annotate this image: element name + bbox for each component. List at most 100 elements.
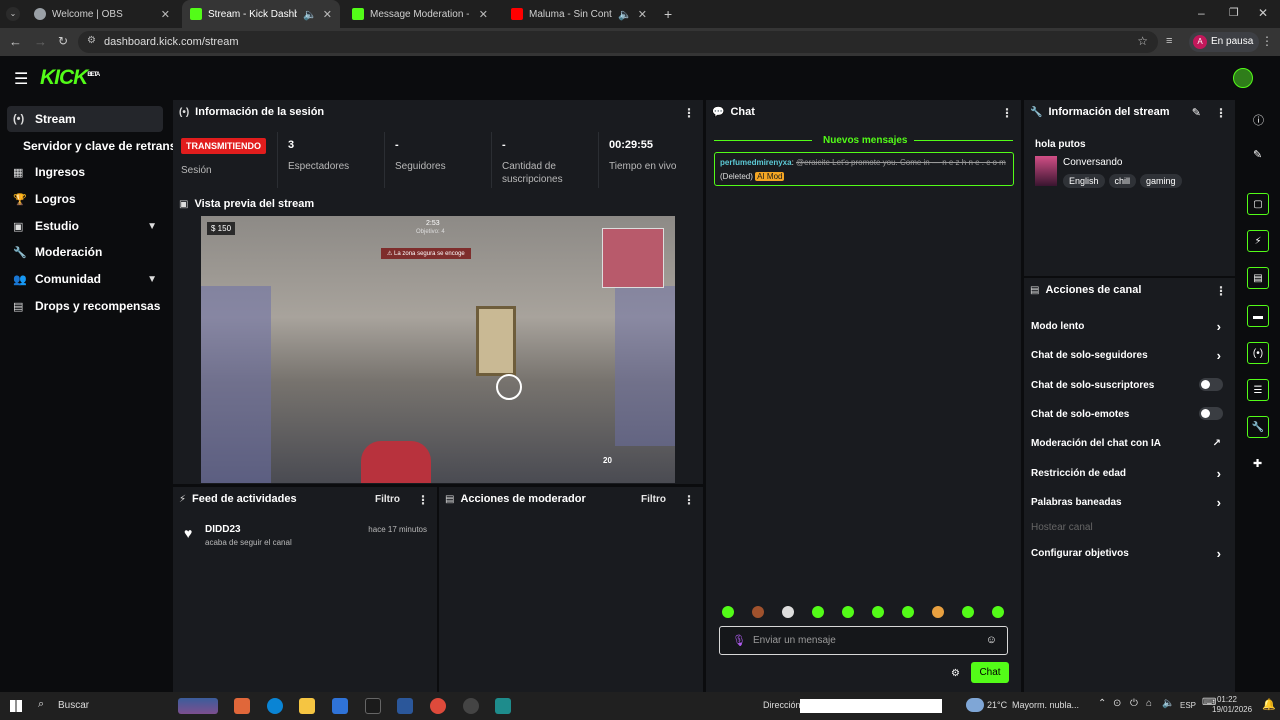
clock[interactable]: 01:22 19/01/2026: [1212, 695, 1252, 715]
address-toolbar-input[interactable]: [800, 699, 942, 713]
reload-icon[interactable]: ↻: [58, 34, 68, 48]
channel-action-restriccion-edad[interactable]: Restricción de edad ›: [1031, 466, 1231, 481]
toggle-switch[interactable]: [1199, 407, 1223, 420]
info-icon[interactable]: ⓘ: [1253, 112, 1264, 128]
sidebar-item-stream[interactable]: (•) Stream: [7, 106, 163, 132]
tag[interactable]: gaming: [1140, 174, 1182, 188]
maximize-button[interactable]: ❐: [1229, 6, 1239, 19]
more-options-icon[interactable]: ⋮: [683, 106, 695, 120]
edit-pencil-icon[interactable]: ✎: [1192, 106, 1201, 119]
emote-icon[interactable]: [842, 606, 854, 618]
close-icon[interactable]: ✕: [323, 8, 332, 21]
tray-icon[interactable]: ⏻: [1130, 698, 1138, 709]
url-box[interactable]: ⚙ dashboard.kick.com/stream ☆: [78, 31, 1158, 53]
mail-icon[interactable]: [332, 698, 348, 714]
filter-button[interactable]: Filtro: [375, 494, 400, 505]
back-icon[interactable]: ←: [9, 34, 22, 49]
capcut-icon[interactable]: [495, 698, 511, 714]
tab-youtube[interactable]: Maluma - Sin Contrato (Co 🔈 ✕: [503, 0, 655, 28]
tab-search-icon[interactable]: ⌄: [6, 7, 20, 21]
taskbar-search[interactable]: ⌕ Buscar: [32, 696, 172, 716]
network-icon[interactable]: ⌂: [1146, 698, 1152, 709]
more-options-icon[interactable]: ⋮: [1215, 106, 1227, 120]
edit-pencil-icon[interactable]: ✎: [1253, 148, 1262, 161]
app-icon[interactable]: [365, 698, 381, 714]
tab-stream-dashboard[interactable]: Stream - Kick Dashboard 🔈 ✕: [182, 0, 340, 28]
chat-bubble-icon[interactable]: ▬: [1247, 305, 1269, 327]
bolt-icon[interactable]: ⚡: [1247, 230, 1269, 252]
sidebar-item-ingresos[interactable]: ▦ Ingresos: [7, 159, 163, 185]
chat-username[interactable]: perfumedmirenyxa: [720, 158, 792, 167]
close-icon[interactable]: ✕: [479, 8, 488, 21]
chat-input[interactable]: 🎙 Enviar un mensaje ☺: [719, 626, 1008, 655]
weather-temp[interactable]: 21°C: [987, 700, 1007, 710]
sidebar-item-logros[interactable]: 🏆 Logros: [7, 186, 163, 212]
emoji-icon[interactable]: ☺: [986, 634, 997, 646]
tab-obs[interactable]: Welcome | OBS ✕: [26, 0, 178, 28]
document-icon[interactable]: ▤: [1247, 267, 1269, 289]
language-indicator[interactable]: ESP: [1180, 701, 1196, 710]
sidebar-item-drops[interactable]: ▤ Drops y recompensas: [7, 293, 163, 319]
send-chat-button[interactable]: Chat: [971, 662, 1009, 683]
notification-bell-icon[interactable]: 🔔: [1262, 698, 1276, 711]
toggle-switch[interactable]: [1199, 378, 1223, 391]
emote-icon[interactable]: [812, 606, 824, 618]
word-icon[interactable]: [397, 698, 413, 714]
emote-icon[interactable]: [752, 606, 764, 618]
chevron-up-icon[interactable]: ⌃: [1098, 698, 1106, 709]
speaker-icon[interactable]: 🔈: [1162, 698, 1174, 709]
file-explorer-icon[interactable]: [299, 698, 315, 714]
copilot-icon[interactable]: [234, 698, 250, 714]
bookmark-star-icon[interactable]: ☆: [1137, 34, 1148, 48]
channel-action-objetivos[interactable]: Configurar objetivos ›: [1031, 546, 1231, 561]
activity-user[interactable]: DIDD23: [205, 524, 241, 535]
close-window-button[interactable]: ✕: [1258, 6, 1268, 20]
emote-icon[interactable]: [932, 606, 944, 618]
emote-icon[interactable]: [722, 606, 734, 618]
more-options-icon[interactable]: ⋮: [417, 493, 429, 507]
search-highlight-icon[interactable]: [178, 698, 218, 714]
more-options-icon[interactable]: ⋮: [683, 493, 695, 507]
chat-message[interactable]: perfumedmirenyxa: @eraicite Let's promot…: [714, 152, 1014, 186]
tag[interactable]: chill: [1108, 174, 1137, 188]
url-text[interactable]: dashboard.kick.com/stream: [104, 36, 239, 48]
speaker-icon[interactable]: 🔈: [618, 8, 632, 21]
filter-button[interactable]: Filtro: [641, 494, 666, 505]
more-options-icon[interactable]: ⋮: [1001, 106, 1013, 120]
preview-icon[interactable]: ▢: [1247, 193, 1269, 215]
channel-action-palabras-baneadas[interactable]: Palabras baneadas ›: [1031, 495, 1231, 510]
chrome-icon[interactable]: [430, 698, 446, 714]
more-options-icon[interactable]: ⋮: [1215, 284, 1227, 298]
stream-category[interactable]: Conversando: [1063, 157, 1122, 168]
sidebar-item-estudio[interactable]: ▣ Estudio ▼: [7, 213, 163, 239]
browser-menu-icon[interactable]: ⋮: [1261, 34, 1273, 48]
settings-gear-icon[interactable]: ⚙: [951, 668, 960, 679]
wrench-icon[interactable]: 🔧: [1247, 416, 1269, 438]
kick-logo[interactable]: KICKBETA: [40, 66, 100, 90]
edge-icon[interactable]: [267, 698, 283, 714]
tab-message-moderation[interactable]: Message Moderation - Kick Da ✕: [344, 0, 496, 28]
weather-text[interactable]: Mayorm. nubla...: [1012, 700, 1079, 710]
minimize-button[interactable]: –: [1198, 6, 1205, 20]
user-avatar[interactable]: [1233, 68, 1253, 88]
media-control-icon[interactable]: ≡: [1166, 35, 1172, 47]
speaker-icon[interactable]: 🔈: [303, 8, 317, 21]
sidebar-item-server-key[interactable]: Servidor y clave de retransm: [17, 133, 177, 159]
site-info-icon[interactable]: ⚙: [87, 35, 96, 46]
emote-icon[interactable]: [902, 606, 914, 618]
channel-action-solo-seguidores[interactable]: Chat de solo-seguidores ›: [1031, 348, 1231, 363]
sidebar-item-moderacion[interactable]: 🔧 Moderación: [7, 239, 163, 265]
new-tab-button[interactable]: +: [664, 6, 672, 22]
profile-button[interactable]: A En pausa: [1189, 32, 1260, 52]
close-icon[interactable]: ✕: [638, 8, 647, 21]
broadcast-icon[interactable]: (•): [1247, 342, 1269, 364]
layers-icon[interactable]: ☰: [1247, 379, 1269, 401]
tag[interactable]: English: [1063, 174, 1105, 188]
tray-icon[interactable]: ⊙: [1113, 698, 1121, 709]
channel-action-modo-lento[interactable]: Modo lento ›: [1031, 319, 1231, 334]
sidebar-item-comunidad[interactable]: 👥 Comunidad ▼: [7, 266, 163, 292]
emote-icon[interactable]: [872, 606, 884, 618]
close-icon[interactable]: ✕: [161, 8, 170, 21]
widgets-icon[interactable]: ✚: [1253, 457, 1262, 470]
channel-action-moderacion-ia[interactable]: Moderación del chat con IA ↗: [1031, 438, 1231, 449]
